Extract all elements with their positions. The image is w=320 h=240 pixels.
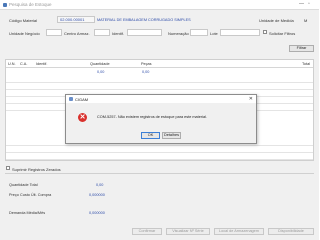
quantidade-total-label: Quantidade Total bbox=[9, 183, 38, 187]
disponibilidade-button[interactable]: Disponibilidade bbox=[268, 228, 314, 235]
demanda-label: Demanda Média/Mês bbox=[9, 211, 46, 215]
table-row[interactable] bbox=[6, 153, 313, 160]
dialog-title: CIGAM bbox=[75, 97, 89, 102]
grid-quantidade-total: 0,00 bbox=[97, 70, 105, 74]
quantidade-total-value: 0,00 bbox=[96, 183, 104, 187]
dialog-app-icon bbox=[69, 97, 73, 101]
codigo-material-label: Código Material bbox=[9, 18, 38, 23]
column-header-pecas[interactable]: Peças bbox=[141, 62, 152, 66]
divider bbox=[5, 173, 314, 174]
close-icon[interactable]: ✕ bbox=[249, 96, 253, 102]
centro-armaz-label: Centro Armaz. bbox=[64, 31, 90, 36]
filtrar-button[interactable]: Filtrar bbox=[289, 45, 314, 52]
unidade-medida-label: Unidade de Medida bbox=[259, 18, 294, 23]
unidade-negocio-label: Unidade Negócio bbox=[9, 31, 40, 36]
preco-custo-value: 0,000000 bbox=[89, 193, 105, 197]
suprimir-checkbox[interactable] bbox=[6, 166, 10, 170]
visualizar-serie-button[interactable]: Visualizar Nº Série bbox=[166, 228, 210, 235]
identif-label: Identif. bbox=[112, 31, 125, 36]
title-bar: Pesquisa de Estoque — ▫ bbox=[0, 0, 319, 10]
column-header-identif[interactable]: Identif. bbox=[36, 62, 47, 66]
solicitar-filtros-label: Solicitar Filtros bbox=[269, 31, 296, 36]
lote-label: Lote bbox=[210, 31, 218, 36]
numeracao-label: Numeração bbox=[168, 31, 189, 36]
column-header-quantidade[interactable]: Quantidade bbox=[90, 62, 110, 66]
ok-button[interactable]: OK bbox=[141, 132, 160, 139]
table-row[interactable] bbox=[6, 76, 313, 83]
preco-custo-label: Preço Custo Últ. Compra bbox=[9, 193, 52, 197]
identif-field[interactable] bbox=[127, 29, 162, 36]
column-header-ca[interactable]: C.A. bbox=[20, 62, 27, 66]
confirmar-button[interactable]: Confirmar bbox=[132, 228, 162, 235]
table-row[interactable] bbox=[6, 83, 313, 90]
error-dialog: CIGAM ✕ ✕ COM-5257- Não existem registro… bbox=[65, 94, 257, 144]
detalhes-button[interactable]: Detalhes bbox=[162, 132, 181, 139]
table-row[interactable] bbox=[6, 146, 313, 153]
material-description: MATERIAL DE EMBALAGEM CORRUGADO SIMPLES bbox=[97, 18, 191, 22]
dialog-body: ✕ COM-5257- Não existem registros de est… bbox=[66, 103, 256, 143]
column-header-total[interactable]: Total bbox=[302, 62, 310, 66]
numeracao-field[interactable] bbox=[190, 29, 208, 36]
maximize-icon[interactable]: ▫ bbox=[308, 1, 310, 7]
stock-search-window: Pesquisa de Estoque — ▫ Código Material … bbox=[0, 0, 319, 240]
unidade-negocio-field[interactable] bbox=[46, 29, 62, 36]
suprimir-label: Suprimir Registros Zerados bbox=[12, 167, 61, 172]
column-header-un[interactable]: U.N. bbox=[8, 62, 16, 66]
error-icon: ✕ bbox=[78, 113, 87, 122]
grid-pecas-total: 0,00 bbox=[142, 70, 150, 74]
demanda-value: 0,000000 bbox=[89, 211, 105, 215]
centro-armaz-field[interactable] bbox=[94, 29, 110, 36]
lote-field[interactable] bbox=[220, 29, 260, 36]
solicitar-filtros-checkbox[interactable] bbox=[263, 30, 267, 34]
codigo-material-field[interactable]: 02.000.00001 bbox=[57, 16, 95, 23]
grid-header-divider bbox=[6, 67, 313, 68]
window-title: Pesquisa de Estoque bbox=[9, 2, 52, 7]
minimize-icon[interactable]: — bbox=[299, 1, 304, 7]
app-icon bbox=[3, 3, 7, 7]
dialog-message: COM-5257- Não existem registros de estoq… bbox=[97, 115, 207, 119]
unidade-medida-value: M bbox=[304, 18, 308, 23]
local-armazenagem-button[interactable]: Local de Armazenagem bbox=[214, 228, 264, 235]
